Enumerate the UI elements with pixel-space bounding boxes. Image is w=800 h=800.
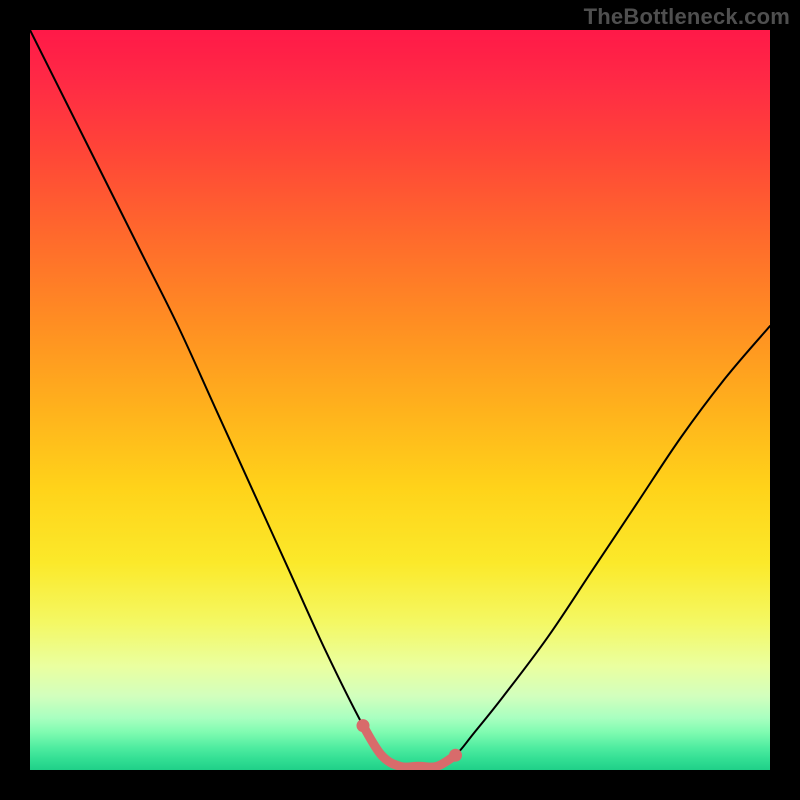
highlight-segment-path [363,726,456,768]
watermark-text: TheBottleneck.com [584,4,790,30]
chart-frame: TheBottleneck.com [0,0,800,800]
highlight-marker-dot [357,719,370,732]
highlight-marker-dot [449,749,462,762]
plot-area [30,30,770,770]
bottleneck-curve-path [30,30,770,767]
curve-svg [30,30,770,770]
